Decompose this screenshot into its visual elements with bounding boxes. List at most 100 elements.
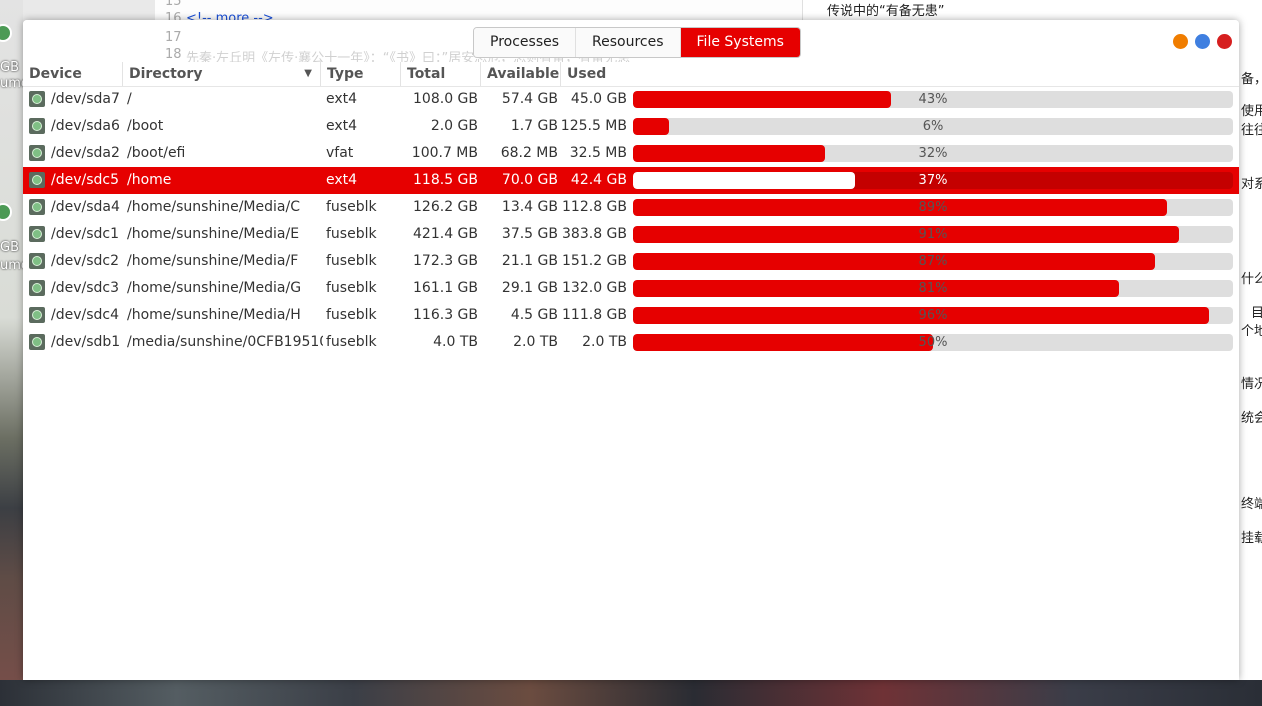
cell-used: 125.5 MB	[560, 118, 627, 134]
close-button[interactable]	[1217, 34, 1232, 49]
article-heading: 传说中的“有备无患”	[827, 4, 945, 19]
article-text: 什么	[1241, 272, 1262, 287]
cell-directory: /home/sunshine/Media/H	[127, 307, 301, 323]
table-row[interactable]: /dev/sda6/boot ext4 2.0 GB 1.7 GB 125.5 MB 6%	[23, 113, 1239, 140]
usage-percent-label: 81%	[918, 281, 948, 296]
column-header-label: Used	[567, 66, 607, 82]
cell-total: 2.0 GB	[430, 118, 478, 134]
view-switcher: Processes Resources File Systems	[473, 27, 801, 58]
cell-used: 151.2 GB	[562, 253, 627, 269]
cell-available: 68.2 MB	[500, 145, 558, 161]
cell-used: 383.8 GB	[562, 226, 627, 242]
article-text: 统会	[1241, 411, 1262, 426]
column-header-total[interactable]: Total	[401, 62, 481, 86]
usage-bar: 6%	[633, 118, 1233, 135]
article-text: 终端	[1241, 497, 1262, 512]
drive-icon	[29, 226, 45, 242]
column-header-device[interactable]: Device	[23, 62, 123, 86]
article-text: 对系统	[1241, 177, 1262, 192]
table-row[interactable]: /dev/sdc2/home/sunshine/Media/F fuseblk 17…	[23, 248, 1239, 275]
tab-resources[interactable]: Resources	[575, 28, 680, 57]
article-text: 备，	[1241, 72, 1262, 87]
cell-directory: /home/sunshine/Media/F	[127, 253, 299, 269]
table-row[interactable]: /dev/sdc5/home ext4 118.5 GB 70.0 GB 42.4 GB…	[23, 167, 1239, 194]
tab-file-systems[interactable]: File Systems	[679, 28, 800, 57]
article-text: 挂载	[1241, 531, 1262, 546]
cell-device: /dev/sda2	[51, 145, 120, 161]
article-text: 使用	[1241, 104, 1262, 119]
usage-percent-label: 32%	[918, 146, 948, 161]
cell-directory: /	[127, 91, 132, 107]
editor-line-number: 17	[165, 30, 182, 45]
cell-available: 21.1 GB	[501, 253, 558, 269]
table-row[interactable]: /dev/sda4/home/sunshine/Media/C fuseblk 12…	[23, 194, 1239, 221]
article-text: 情况	[1241, 377, 1262, 392]
usage-bar: 37%	[633, 172, 1233, 189]
usage-percent-label: 89%	[918, 200, 948, 215]
cell-type: fuseblk	[326, 334, 377, 350]
usage-percent-label: 91%	[918, 227, 948, 242]
cell-directory: /boot	[127, 118, 164, 134]
cell-device: /dev/sdc3	[51, 280, 120, 296]
usage-percent-label: 43%	[918, 92, 948, 107]
drive-icon	[29, 307, 45, 323]
table-row[interactable]: /dev/sdc4/home/sunshine/Media/H fuseblk 11…	[23, 302, 1239, 329]
cell-used: 42.4 GB	[570, 172, 627, 188]
table-row[interactable]: /dev/sdc3/home/sunshine/Media/G fuseblk 16…	[23, 275, 1239, 302]
cell-used: 45.0 GB	[570, 91, 627, 107]
table-row[interactable]: /dev/sdc1/home/sunshine/Media/E fuseblk 42…	[23, 221, 1239, 248]
cell-available: 1.7 GB	[510, 118, 558, 134]
cell-type: fuseblk	[326, 199, 377, 215]
article-text: 个地方	[1241, 324, 1262, 339]
cell-used: 111.8 GB	[562, 307, 627, 323]
drive-desktop-icon[interactable]	[0, 24, 12, 42]
cell-device: /dev/sdc5	[51, 172, 120, 188]
minimize-button[interactable]	[1173, 34, 1188, 49]
header-bar: 17 18 先秦·左丘明《左传·襄公十一年》：“《书》曰：”居安思危，思则有备，…	[23, 20, 1239, 66]
cell-device: /dev/sda7	[51, 91, 120, 107]
cell-total: 172.3 GB	[413, 253, 478, 269]
column-header-type[interactable]: Type	[321, 62, 401, 86]
tab-processes[interactable]: Processes	[474, 28, 576, 57]
article-text: 目	[1251, 306, 1262, 321]
cell-type: fuseblk	[326, 280, 377, 296]
usage-bar: 96%	[633, 307, 1233, 324]
column-header-used[interactable]: Used	[561, 62, 1239, 86]
article-text: 往往	[1241, 123, 1262, 138]
column-header-label: Type	[327, 66, 364, 82]
table-row[interactable]: /dev/sdb1/media/sunshine/0CFB19510 fusebl…	[23, 329, 1239, 356]
cell-type: fuseblk	[326, 253, 377, 269]
usage-bar: 87%	[633, 253, 1233, 270]
desktop-wallpaper	[0, 680, 1262, 706]
cell-directory: /home/sunshine/Media/C	[127, 199, 300, 215]
cell-device: /dev/sdc2	[51, 253, 120, 269]
usage-bar: 32%	[633, 145, 1233, 162]
cell-total: 421.4 GB	[413, 226, 478, 242]
usage-bar: 81%	[633, 280, 1233, 297]
table-row[interactable]: /dev/sda2/boot/efi vfat 100.7 MB 68.2 MB 32.…	[23, 140, 1239, 167]
cell-directory: /media/sunshine/0CFB19510	[127, 334, 323, 350]
cell-available: 37.5 GB	[501, 226, 558, 242]
desktop-background: GB ume GB ume	[0, 0, 29, 706]
maximize-button[interactable]	[1195, 34, 1210, 49]
cell-type: ext4	[326, 91, 358, 107]
column-header-label: Available	[487, 66, 560, 82]
cell-device: /dev/sdc4	[51, 307, 120, 323]
usage-percent-label: 50%	[918, 335, 948, 350]
cell-used: 32.5 MB	[569, 145, 627, 161]
desktop-icon-label: GB	[0, 60, 19, 75]
cell-available: 13.4 GB	[501, 199, 558, 215]
cell-total: 161.1 GB	[413, 280, 478, 296]
cell-type: fuseblk	[326, 226, 377, 242]
column-header-directory[interactable]: Directory ▼	[123, 62, 321, 86]
system-monitor-window: 17 18 先秦·左丘明《左传·襄公十一年》：“《书》曰：”居安思危，思则有备，…	[23, 20, 1239, 680]
drive-icon	[29, 118, 45, 134]
table-row[interactable]: /dev/sda7 / ext4 108.0 GB 57.4 GB 45.0 GB 43%	[23, 86, 1239, 113]
drive-icon	[29, 145, 45, 161]
drive-icon	[29, 334, 45, 350]
cell-available: 70.0 GB	[501, 172, 558, 188]
drive-icon	[29, 280, 45, 296]
drive-desktop-icon[interactable]	[0, 203, 12, 221]
filesystem-table: /dev/sda7/ext4 108.0 GB 57.4 GB 45.0 GB 43% /…	[23, 86, 1239, 356]
column-header-available[interactable]: Available	[481, 62, 561, 86]
